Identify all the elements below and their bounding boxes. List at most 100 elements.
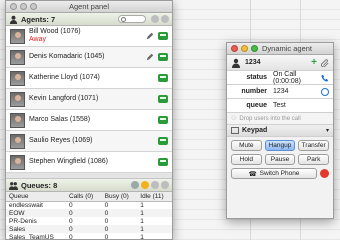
agent-row[interactable]: Stephen Wingfield (1086) — [6, 152, 172, 173]
column-header[interactable]: Calls (0) — [65, 192, 102, 202]
record-icon[interactable] — [320, 169, 329, 178]
dynamic-agent-window: Dynamic agent 1234 + status On Call (0:0… — [226, 42, 334, 219]
add-icon[interactable]: + — [311, 57, 317, 68]
agent-name: Saulio Reyes (1069) — [29, 137, 93, 144]
avatar — [10, 49, 25, 65]
table-cell: 1 — [137, 209, 172, 217]
bell-icon[interactable] — [141, 181, 149, 189]
table-cell: 0 — [101, 209, 138, 217]
avatar — [10, 133, 25, 149]
table-cell: EOW — [6, 209, 66, 217]
agent-row[interactable]: Katherine Lloyd (1074) — [6, 68, 172, 89]
table-cell: 0 — [65, 209, 102, 217]
column-header[interactable]: Queue — [6, 192, 66, 202]
agents-list: Bill Wood (1076) Away Denis Komadaric (104… — [6, 26, 172, 173]
pause-button[interactable]: Pause — [264, 154, 296, 165]
queue-value: Test — [273, 102, 286, 109]
edit-icon[interactable] — [146, 53, 154, 61]
agent-status: Away — [29, 36, 46, 43]
table-cell: 0 — [104, 233, 109, 240]
edit-icon[interactable] — [146, 32, 154, 40]
phone-icon[interactable] — [158, 137, 168, 145]
agents-count: Agents: 7 — [21, 14, 56, 24]
drop-zone[interactable]: ⚇ Drop users into the call — [227, 113, 333, 125]
window-title: Dynamic agent — [261, 44, 313, 53]
phone-icon[interactable] — [158, 53, 168, 61]
user-icon — [232, 58, 240, 68]
agent-name: Stephen Wingfield (1086) — [29, 158, 108, 165]
queue-row: queue Test — [227, 99, 333, 113]
agents-search-input[interactable] — [118, 15, 146, 23]
status-value: On Call (0:00:08) — [273, 70, 302, 85]
close-button[interactable] — [10, 3, 17, 10]
transfer-icon[interactable] — [321, 87, 329, 96]
status-label: status — [246, 74, 267, 81]
table-row[interactable]: endlesswait 0 0 1 — [6, 201, 172, 209]
table-row[interactable]: Sales_TeamUS 0 0 1 — [6, 233, 172, 240]
agent-row[interactable]: Kevin Langford (1071) — [6, 89, 172, 110]
filter-icon[interactable] — [161, 181, 169, 189]
table-cell: 0 — [68, 201, 73, 209]
drop-hint: Drop users into the call — [239, 115, 301, 122]
number-label: number — [241, 88, 267, 95]
search-icon[interactable] — [131, 181, 139, 189]
phone-icon[interactable] — [321, 74, 329, 82]
table-cell: endlesswait — [9, 201, 43, 209]
users-icon: ⚇ — [231, 116, 237, 122]
table-cell: 0 — [68, 233, 73, 240]
table-row[interactable]: Sales 0 0 1 — [6, 225, 172, 233]
minimize-button[interactable] — [241, 45, 248, 52]
avatar — [10, 91, 25, 107]
keypad-icon — [231, 127, 239, 134]
keypad-label: Keypad — [242, 127, 268, 134]
hangup-button[interactable]: Hangup — [264, 140, 296, 151]
status-row: status On Call (0:00:08) — [227, 71, 333, 85]
table-cell: 0 — [104, 217, 109, 225]
agent-row[interactable]: Marco Salas (1558) — [6, 110, 172, 131]
phone-icon[interactable] — [158, 116, 168, 124]
settings-icon[interactable] — [151, 15, 159, 23]
switch-phone-label: Switch Phone — [259, 170, 300, 177]
table-cell: 1 — [137, 225, 172, 233]
agent-row[interactable]: Saulio Reyes (1069) — [6, 131, 172, 152]
transfer-button[interactable]: Transfer — [298, 140, 329, 151]
settings-icon[interactable] — [151, 181, 159, 189]
table-row[interactable]: EOW 0 0 1 — [6, 209, 172, 217]
switch-phone-button[interactable]: ☎ Switch Phone — [231, 168, 317, 179]
park-button[interactable]: Park — [298, 154, 329, 165]
queues-table: Queue Calls (0) Busy (0) Idle (11) endlessw… — [6, 192, 172, 240]
number-row: number 1234 — [227, 85, 333, 99]
column-header[interactable]: Busy (0) — [101, 192, 138, 202]
table-cell: 0 — [101, 225, 138, 233]
phone-icon[interactable] — [158, 158, 168, 166]
dynamic-agent-titlebar: Dynamic agent — [227, 43, 333, 55]
hold-button[interactable]: Hold — [231, 154, 262, 165]
avatar — [10, 112, 25, 128]
table-row[interactable]: PR-Denis 0 0 1 — [6, 217, 172, 225]
keypad-toggle[interactable]: Keypad ▾ — [227, 125, 333, 137]
number-value: 1234 — [273, 88, 289, 95]
zoom-button[interactable] — [251, 45, 258, 52]
queue-label: queue — [246, 102, 267, 109]
table-cell: Sales_TeamUS — [9, 233, 54, 240]
attachment-icon[interactable] — [321, 58, 329, 67]
column-header[interactable]: Idle (11) — [137, 192, 172, 202]
agent-name: Denis Komadaric (1045) — [29, 53, 105, 60]
phone-icon[interactable] — [158, 32, 168, 40]
filter-icon[interactable] — [161, 15, 169, 23]
close-button[interactable] — [231, 45, 238, 52]
agent-row[interactable]: Bill Wood (1076) Away — [6, 26, 172, 47]
agent-panel-titlebar: Agent panel — [6, 1, 172, 13]
phone-icon[interactable] — [158, 74, 168, 82]
minimize-button[interactable] — [20, 3, 27, 10]
agent-row[interactable]: Denis Komadaric (1045) — [6, 47, 172, 68]
avatar — [10, 70, 25, 86]
table-cell: 1 — [140, 233, 144, 240]
table-cell: 1 — [140, 217, 144, 225]
phone-icon[interactable] — [158, 95, 168, 103]
table-cell: Sales — [6, 225, 66, 233]
zoom-button[interactable] — [30, 3, 37, 10]
queue-icon — [9, 181, 18, 190]
call-controls: Mute Hangup Transfer Hold Pause Park — [227, 137, 333, 168]
mute-button[interactable]: Mute — [231, 140, 262, 151]
